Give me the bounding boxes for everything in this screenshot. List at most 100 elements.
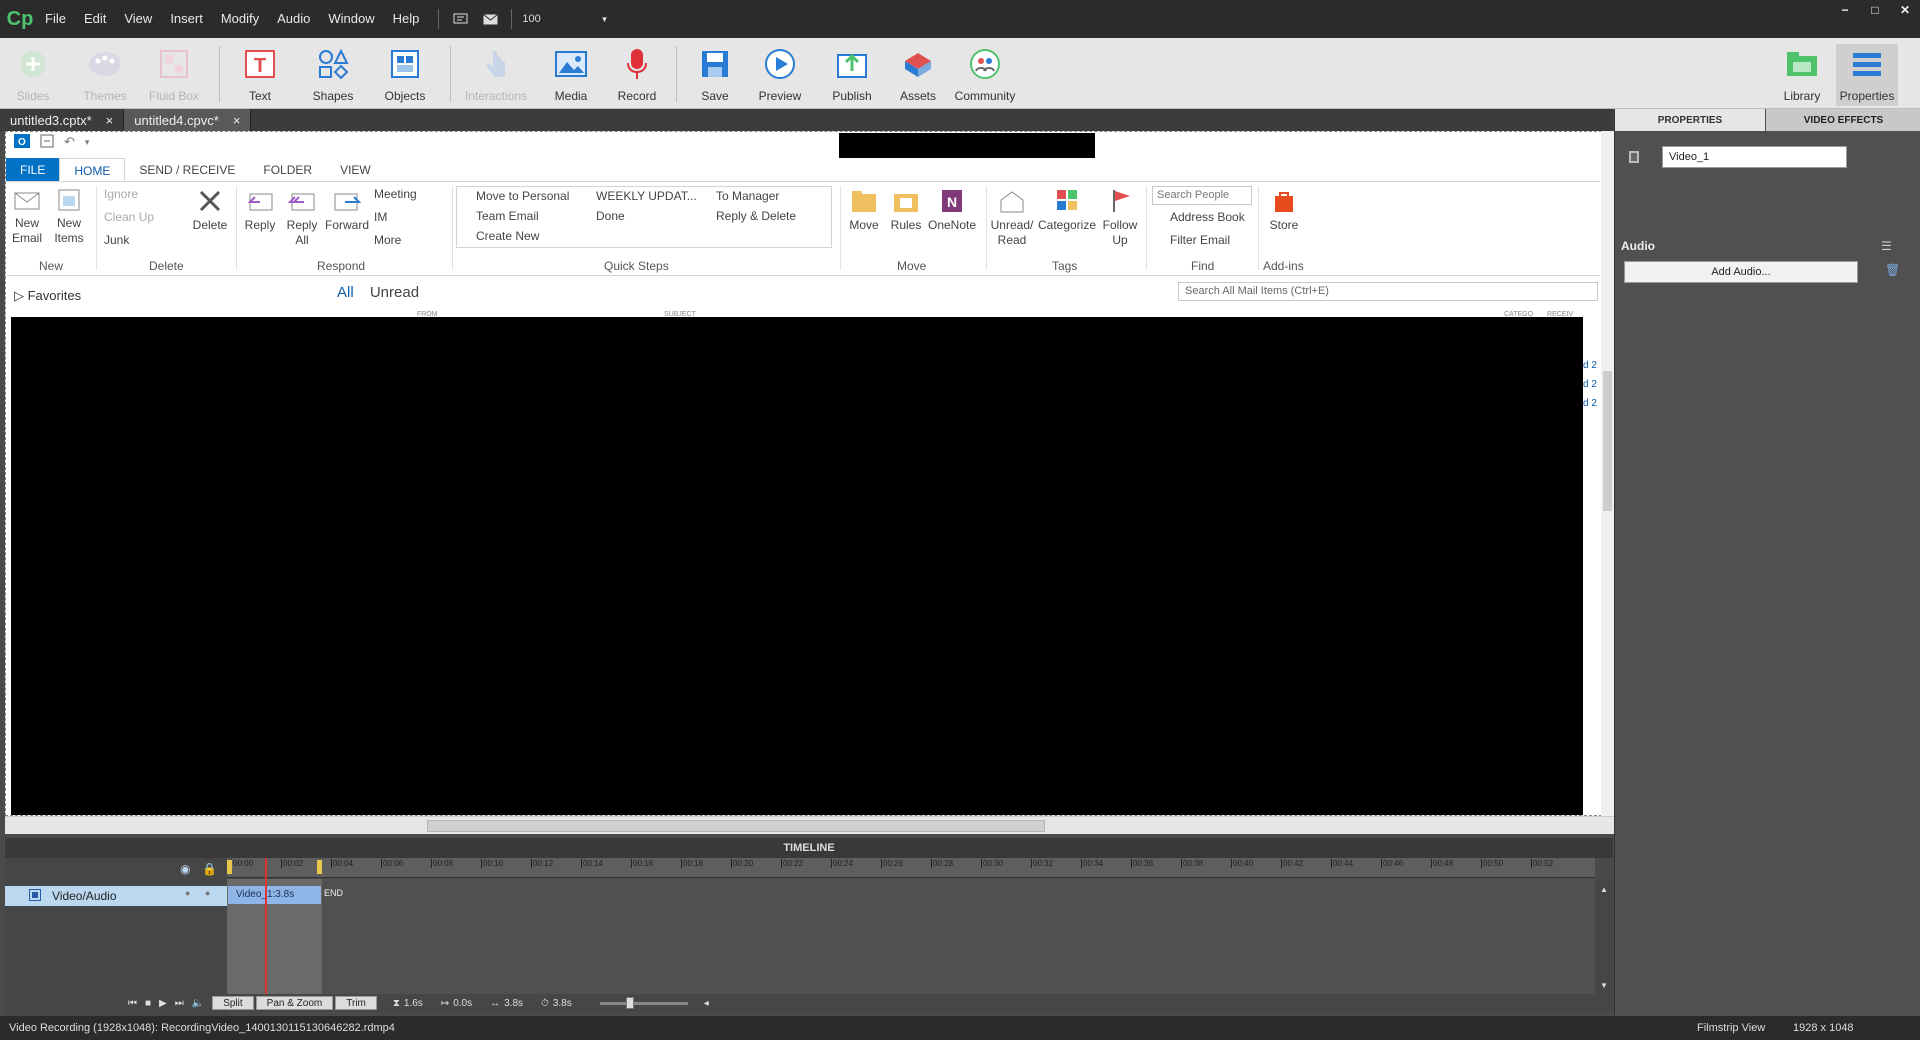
volume-icon[interactable]: 🔈 xyxy=(192,998,204,1009)
canvas-vertical-scrollbar[interactable] xyxy=(1601,131,1614,816)
library-button[interactable]: Library xyxy=(1771,44,1833,106)
close-icon[interactable]: × xyxy=(106,113,114,128)
properties-button[interactable]: Properties xyxy=(1836,44,1898,106)
audio-menu-icon[interactable]: ☰ xyxy=(1881,239,1892,253)
ruler-tick-label: 00:28 xyxy=(931,859,954,868)
preview-button[interactable]: Preview xyxy=(749,44,811,106)
address-book-item: Address Book xyxy=(1170,210,1245,224)
range-end-handle[interactable] xyxy=(317,860,322,874)
microphone-icon xyxy=(617,44,657,84)
ignore-item: Ignore xyxy=(104,187,139,201)
timeline-track-area[interactable] xyxy=(227,879,1595,994)
new-items-item: New Items xyxy=(51,188,87,246)
menu-window[interactable]: Window xyxy=(319,0,383,38)
ruler-tick-label: 00:06 xyxy=(381,859,404,868)
menu-help[interactable]: Help xyxy=(384,0,429,38)
themes-button[interactable]: Themes xyxy=(74,44,136,106)
slides-button[interactable]: Slides xyxy=(2,44,64,106)
video-clip[interactable]: Video_1:3.8s xyxy=(228,886,321,904)
ruler-tick-label: 00:52 xyxy=(1531,859,1554,868)
favorites-folder: ▷ Favorites xyxy=(14,288,82,303)
tab-video-effects[interactable]: VIDEO EFFECTS xyxy=(1766,109,1920,131)
trim-button[interactable]: Trim xyxy=(335,996,377,1010)
shapes-button[interactable]: Shapes xyxy=(302,44,364,106)
split-button[interactable]: Split xyxy=(212,996,254,1010)
zoom-select[interactable]: 100 ▼ xyxy=(522,13,608,25)
pan-zoom-button[interactable]: Pan & Zoom xyxy=(255,996,334,1010)
object-name-input[interactable]: Video_1 xyxy=(1662,146,1847,168)
arrow-up-icon[interactable]: ▲ xyxy=(1600,885,1608,894)
play-icon[interactable]: ▶ xyxy=(159,998,167,1009)
qs-done: Done xyxy=(596,209,625,223)
timeline-footer: ⏮ ■ ▶ ⏭ 🔈 Split Pan & Zoom Trim ⧗ 1.6s ↦… xyxy=(5,994,1613,1012)
scroll-left-icon[interactable]: ◂ xyxy=(704,998,709,1009)
minimize-button[interactable]: − xyxy=(1830,0,1860,20)
range-start-handle[interactable] xyxy=(227,860,232,874)
svg-text:N: N xyxy=(947,194,957,210)
visibility-dot[interactable]: ● xyxy=(185,888,190,898)
menu-audio[interactable]: Audio xyxy=(268,0,319,38)
rewind-icon[interactable]: ⏮ xyxy=(128,998,137,1009)
reply-icon xyxy=(247,193,273,211)
add-slide-icon xyxy=(13,44,53,84)
timeline-vertical-scrollbar[interactable]: ▲ ▼ xyxy=(1595,879,1613,994)
timeline-header[interactable]: TIMELINE xyxy=(5,838,1613,858)
hand-pointer-icon xyxy=(476,44,516,84)
title-bar: Cp File Edit View Insert Modify Audio Wi… xyxy=(0,0,1920,38)
scrollbar-thumb[interactable] xyxy=(427,820,1045,832)
ruler-tick-label: 00:10 xyxy=(481,859,504,868)
menu-file[interactable]: File xyxy=(36,0,75,38)
menu-edit[interactable]: Edit xyxy=(75,0,115,38)
eye-icon[interactable]: ◉ xyxy=(180,862,190,876)
ruler-tick-label: 00:48 xyxy=(1431,859,1454,868)
menu-view[interactable]: View xyxy=(115,0,161,38)
fluid-box-button[interactable]: Fluid Box xyxy=(143,44,205,106)
ruler-tick-label: 00:30 xyxy=(981,859,1004,868)
shapes-icon xyxy=(313,44,353,84)
close-button[interactable]: ✕ xyxy=(1890,0,1920,20)
qs-create-new: Create New xyxy=(476,229,540,243)
interactions-button[interactable]: Interactions xyxy=(465,44,527,106)
delete-item: Delete xyxy=(192,188,228,233)
timeline-layers-panel: ◉ 🔒 xyxy=(5,858,227,1016)
tab-untitled4[interactable]: untitled4.cpvc* × xyxy=(124,109,252,131)
lock-dot[interactable]: ● xyxy=(205,888,210,898)
mail-icon[interactable] xyxy=(479,13,501,25)
record-button[interactable]: Record xyxy=(606,44,668,106)
text-button[interactable]: T Text xyxy=(229,44,291,106)
maximize-button[interactable]: □ xyxy=(1860,0,1890,20)
arrow-down-icon[interactable]: ▼ xyxy=(1600,981,1608,990)
add-audio-button[interactable]: Add Audio... xyxy=(1624,261,1858,283)
end-marker[interactable]: END xyxy=(324,888,343,898)
reply-all-icon xyxy=(287,193,315,211)
outlook-tab-home: HOME xyxy=(59,158,126,181)
tab-properties[interactable]: PROPERTIES xyxy=(1615,109,1765,131)
qs-reply-delete: Reply & Delete xyxy=(716,209,797,223)
stop-icon[interactable]: ■ xyxy=(145,998,151,1009)
community-button[interactable]: Community xyxy=(954,44,1016,106)
ruler-tick-label: 00:38 xyxy=(1181,859,1204,868)
tab-untitled3[interactable]: untitled3.cptx* × xyxy=(0,109,125,131)
lock-icon[interactable]: 🔒 xyxy=(202,862,217,876)
save-button[interactable]: Save xyxy=(684,44,746,106)
track-video-audio[interactable]: Video/Audio ● ● xyxy=(5,886,227,906)
zoom-slider[interactable] xyxy=(599,996,688,1009)
new-email-item: New Email xyxy=(12,188,42,246)
qs-team-email: Team Email xyxy=(476,209,539,223)
trash-icon[interactable]: 🗑 xyxy=(1885,263,1900,277)
store-icon xyxy=(1275,192,1293,212)
timeline-ruler[interactable]: 00:00 00:02 00:04 00:06 00:08 00:10 00:12 00:14… xyxy=(227,858,1595,878)
assets-button[interactable]: Assets xyxy=(887,44,949,106)
end-icon[interactable]: ⏭ xyxy=(175,998,184,1009)
playhead[interactable] xyxy=(265,858,267,994)
filter-all: All xyxy=(337,284,354,301)
outlook-quick-access: O ↶ ▾ xyxy=(6,132,1600,152)
menu-modify[interactable]: Modify xyxy=(212,0,268,38)
comment-icon[interactable] xyxy=(449,13,471,26)
media-button[interactable]: Media xyxy=(540,44,602,106)
close-icon[interactable]: × xyxy=(233,113,241,128)
menu-insert[interactable]: Insert xyxy=(161,0,212,38)
scrollbar-thumb[interactable] xyxy=(1603,371,1612,511)
publish-button[interactable]: Publish xyxy=(821,44,883,106)
objects-button[interactable]: Objects xyxy=(374,44,436,106)
